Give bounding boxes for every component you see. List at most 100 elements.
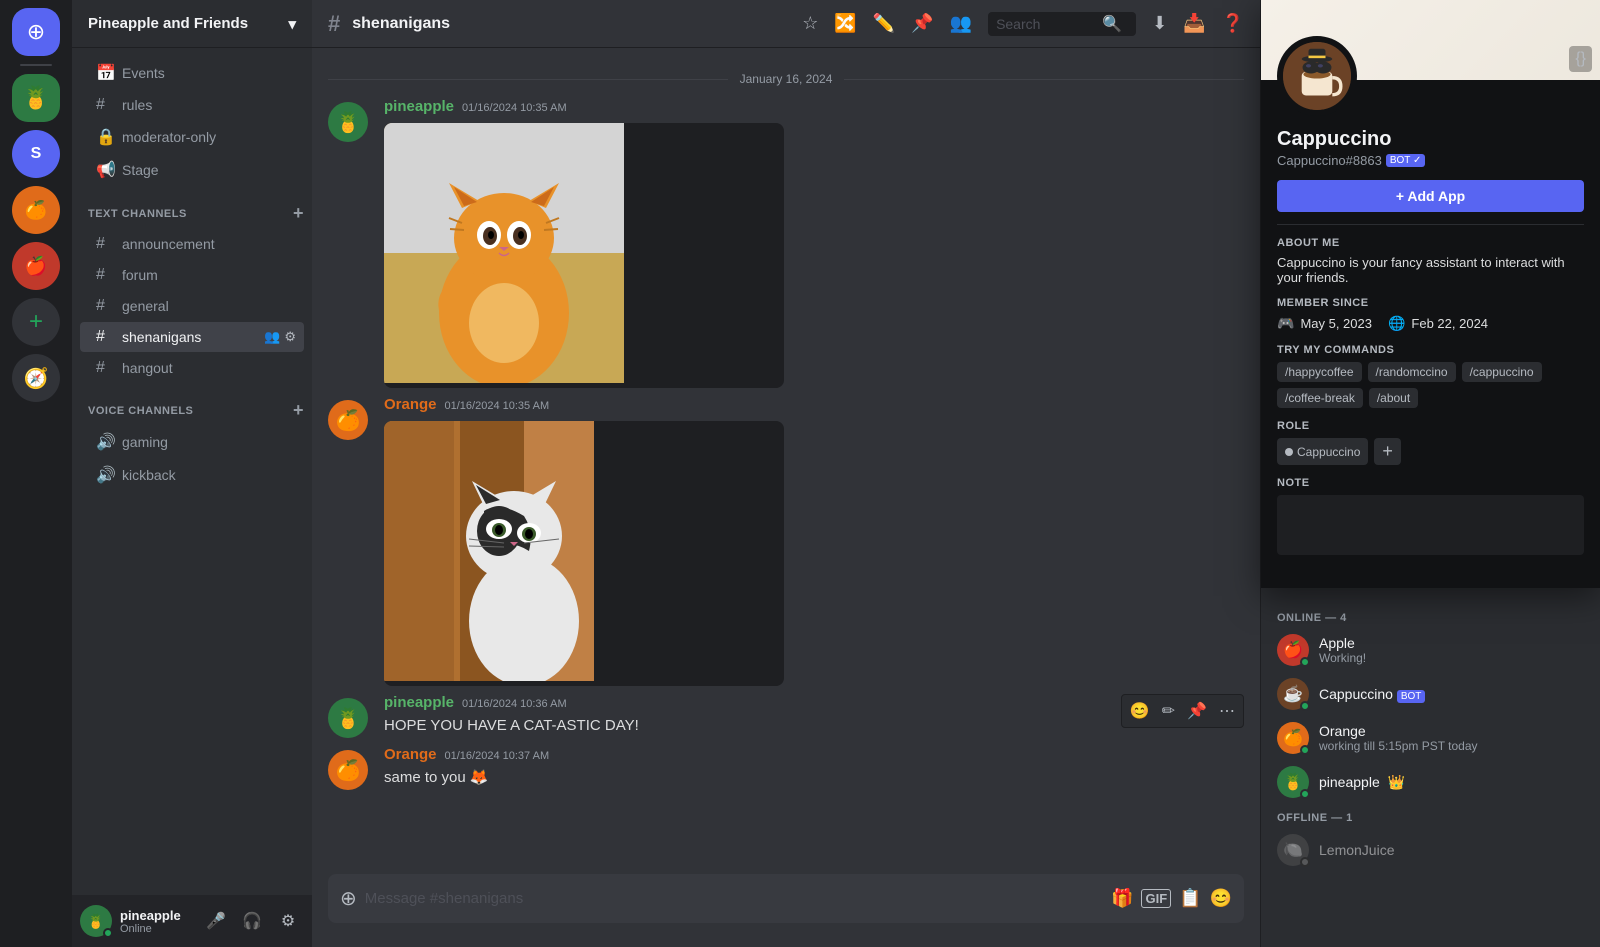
pin-icon[interactable]: 📌 [911,13,933,34]
add-app-button[interactable]: + Add App [1277,180,1584,212]
message-image [384,123,784,388]
chat-header: # shenanigans ☆ 🔀 ✏️ 📌 👥 🔍 ⬇ 📥 ❓ [312,0,1260,48]
add-channel-button[interactable]: + [293,203,304,224]
add-voice-channel-button[interactable]: + [293,400,304,421]
server-icon-pineapple-friends[interactable]: 🍍 [12,74,60,122]
gift-icon[interactable]: 🎁 [1111,888,1133,909]
text-channels-header[interactable]: TEXT CHANNELS + [72,187,312,228]
member-info: Cappuccino BOT [1319,686,1425,702]
message-text: same to you 🦊 [384,767,1244,788]
sidebar-item-shenanigans[interactable]: # shenanigans 👥 ⚙ [80,322,304,352]
headset-button[interactable]: 🎧 [236,905,268,937]
about-me-text: Cappuccino is your fancy assistant to in… [1277,255,1584,285]
window-icon[interactable]: 📥 [1183,13,1205,34]
edit-icon[interactable]: ✏️ [873,13,895,34]
add-reaction-button[interactable]: 😊 [1126,699,1154,723]
about-me-title: ABOUT ME [1277,237,1584,249]
search-input[interactable] [996,16,1096,32]
channel-sidebar: Pineapple and Friends ▾ 📅 Events # rules… [72,0,312,947]
messages-area: January 16, 2024 🍍 pineapple 01/16/2024 … [312,48,1260,874]
member-avatar-apple: 🍎 [1277,634,1309,666]
discord-icon: 🎮 [1277,315,1294,332]
members-list: ONLINE — 4 🍎 Apple Working! ☕ Cappuccino… [1261,588,1600,947]
sidebar-item-kickback[interactable]: 🔊 kickback [80,459,304,491]
member-item-cappuccino[interactable]: ☕ Cappuccino BOT [1269,672,1592,716]
emoji-icon[interactable]: 😊 [1210,888,1232,909]
browse-channels-icon[interactable]: 🔀 [834,13,856,34]
sidebar-item-rules[interactable]: # rules [80,90,304,120]
online-status [1300,657,1310,667]
message-content: pineapple 01/16/2024 10:36 AM HOPE YOU H… [384,694,1244,738]
chat-input[interactable] [365,878,1103,919]
member-avatar-pineapple: 🍍 [1277,766,1309,798]
command-tag[interactable]: /about [1369,388,1418,408]
message-author[interactable]: pineapple [384,694,454,711]
main-chat-area: # shenanigans ☆ 🔀 ✏️ 📌 👥 🔍 ⬇ 📥 ❓ January… [312,0,1260,947]
message-author[interactable]: Orange [384,396,437,413]
offline-members-header: OFFLINE — 1 [1269,804,1592,828]
download-icon[interactable]: ⬇ [1152,13,1167,34]
user-avatar[interactable]: 🍍 [80,905,112,937]
sidebar-item-announcement[interactable]: # announcement [80,229,304,259]
settings-icon[interactable]: ⚙ [284,329,296,345]
more-options-button[interactable]: ⋯ [1215,699,1239,723]
about-me-section: ABOUT ME Cappuccino is your fancy assist… [1277,237,1584,285]
server-icon-s[interactable]: S [12,130,60,178]
member-item-pineapple[interactable]: 🍍 pineapple 👑 [1269,760,1592,804]
gif-icon[interactable]: GIF [1141,889,1171,908]
avatar[interactable]: 🍊 [328,400,368,440]
profile-banner: {} [1261,0,1600,80]
member-item-orange[interactable]: 🍊 Orange working till 5:15pm PST today [1269,716,1592,760]
message-author[interactable]: pineapple [384,98,454,115]
server-icon-circle2[interactable]: 🍎 [12,242,60,290]
member-item-lemonjuice[interactable]: 🍋 LemonJuice [1269,828,1592,872]
member-since-row: 🎮 May 5, 2023 🌐 Feb 22, 2024 [1277,315,1584,332]
member-item-apple[interactable]: 🍎 Apple Working! [1269,628,1592,672]
pin-message-button[interactable]: 📌 [1183,699,1211,723]
note-input[interactable] [1277,495,1584,555]
hash-icon: # [96,328,114,346]
command-tag[interactable]: /cappuccino [1462,362,1542,382]
user-settings-button[interactable]: ⚙ [272,905,304,937]
sidebar-item-events[interactable]: 📅 Events [80,57,304,89]
bot-badge: BOT ✓ [1386,154,1426,167]
profile-json-button[interactable]: {} [1569,46,1592,72]
message-author[interactable]: Orange [384,746,437,763]
avatar[interactable]: 🍍 [328,698,368,738]
profile-avatar[interactable] [1277,36,1357,116]
avatar[interactable]: 🍊 [328,750,368,790]
member-since-section: MEMBER SINCE 🎮 May 5, 2023 🌐 Feb 22, 202… [1277,297,1584,332]
sidebar-item-stage[interactable]: 📢 Stage [80,154,304,186]
sidebar-item-general[interactable]: # general [80,291,304,321]
sidebar-item-moderator-only[interactable]: 🔒 moderator-only [80,121,304,153]
command-tag[interactable]: /randomccino [1368,362,1456,382]
star-icon[interactable]: ☆ [802,13,818,34]
explore-servers-button[interactable]: 🧭 [12,354,60,402]
server-icon-circle1[interactable]: 🍊 [12,186,60,234]
message-content: Orange 01/16/2024 10:37 AM same to you 🦊 [384,746,1244,790]
discord-home-button[interactable]: ⊕ [12,8,60,56]
members-icon[interactable]: 👥 [264,329,280,345]
members-icon[interactable]: 👥 [950,13,972,34]
message-header: Orange 01/16/2024 10:35 AM [384,396,1244,413]
voice-channels-header[interactable]: VOICE CHANNELS + [72,384,312,425]
avatar[interactable]: 🍍 [328,102,368,142]
sidebar-item-gaming[interactable]: 🔊 gaming [80,426,304,458]
command-tag[interactable]: /coffee-break [1277,388,1363,408]
add-role-button[interactable]: + [1374,438,1401,465]
online-status [1300,701,1310,711]
microphone-button[interactable]: 🎤 [200,905,232,937]
server-name-header[interactable]: Pineapple and Friends ▾ [72,0,312,48]
help-icon[interactable]: ❓ [1222,13,1244,34]
sidebar-item-hangout[interactable]: # hangout [80,353,304,383]
command-tag[interactable]: /happycoffee [1277,362,1362,382]
message-text: HOPE YOU HAVE A CAT-ASTIC DAY! [384,715,1244,736]
sticker-icon[interactable]: 📋 [1179,888,1201,909]
edit-message-button[interactable]: ✏ [1158,699,1179,723]
sidebar-item-forum[interactable]: # forum [80,260,304,290]
hash-icon: # [96,359,114,377]
add-server-button[interactable]: + [12,298,60,346]
search-bar[interactable]: 🔍 [988,12,1136,36]
date-separator: January 16, 2024 [312,64,1260,94]
add-attachment-button[interactable]: ⊕ [340,874,357,923]
